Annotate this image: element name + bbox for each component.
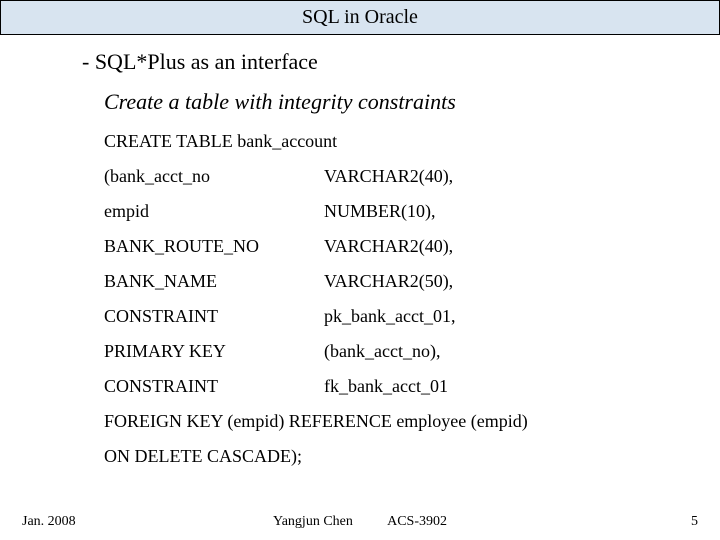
code-line: CREATE TABLE bank_account [104, 131, 720, 152]
code-col1: empid [104, 201, 324, 222]
slide-header: SQL in Oracle [0, 0, 720, 35]
code-line: FOREIGN KEY (empid) REFERENCE employee (… [104, 411, 720, 432]
code-col2: fk_bank_acct_01 [324, 376, 448, 397]
slide-footer: Jan. 2008 Yangjun Chen ACS-3902 5 [0, 514, 720, 530]
code-block: CREATE TABLE bank_account (bank_acct_no … [104, 131, 720, 467]
code-row: CONSTRAINT fk_bank_acct_01 [104, 376, 720, 397]
code-row: (bank_acct_no VARCHAR2(40), [104, 166, 720, 187]
code-col1: CONSTRAINT [104, 376, 324, 397]
bullet-line: - SQL*Plus as an interface [82, 49, 720, 75]
footer-author: Yangjun Chen ACS-3902 [273, 514, 447, 530]
code-col1: PRIMARY KEY [104, 341, 324, 362]
code-row: PRIMARY KEY (bank_acct_no), [104, 341, 720, 362]
code-col1: BANK_NAME [104, 271, 324, 292]
code-row: empid NUMBER(10), [104, 201, 720, 222]
code-col2: VARCHAR2(40), [324, 166, 453, 187]
code-row: CONSTRAINT pk_bank_acct_01, [104, 306, 720, 327]
subheading: Create a table with integrity constraint… [104, 89, 720, 115]
code-col1: (bank_acct_no [104, 166, 324, 187]
code-line: ON DELETE CASCADE); [104, 446, 720, 467]
code-col2: NUMBER(10), [324, 201, 436, 222]
footer-date: Jan. 2008 [22, 514, 76, 530]
code-row: BANK_ROUTE_NO VARCHAR2(40), [104, 236, 720, 257]
slide-title: SQL in Oracle [302, 6, 418, 28]
code-col2: pk_bank_acct_01, [324, 306, 455, 327]
code-col1: BANK_ROUTE_NO [104, 236, 324, 257]
code-col2: VARCHAR2(40), [324, 236, 453, 257]
slide-content: - SQL*Plus as an interface Create a tabl… [0, 35, 720, 467]
code-row: BANK_NAME VARCHAR2(50), [104, 271, 720, 292]
code-col1: CONSTRAINT [104, 306, 324, 327]
code-col2: VARCHAR2(50), [324, 271, 453, 292]
code-col2: (bank_acct_no), [324, 341, 440, 362]
page-number: 5 [691, 514, 698, 530]
